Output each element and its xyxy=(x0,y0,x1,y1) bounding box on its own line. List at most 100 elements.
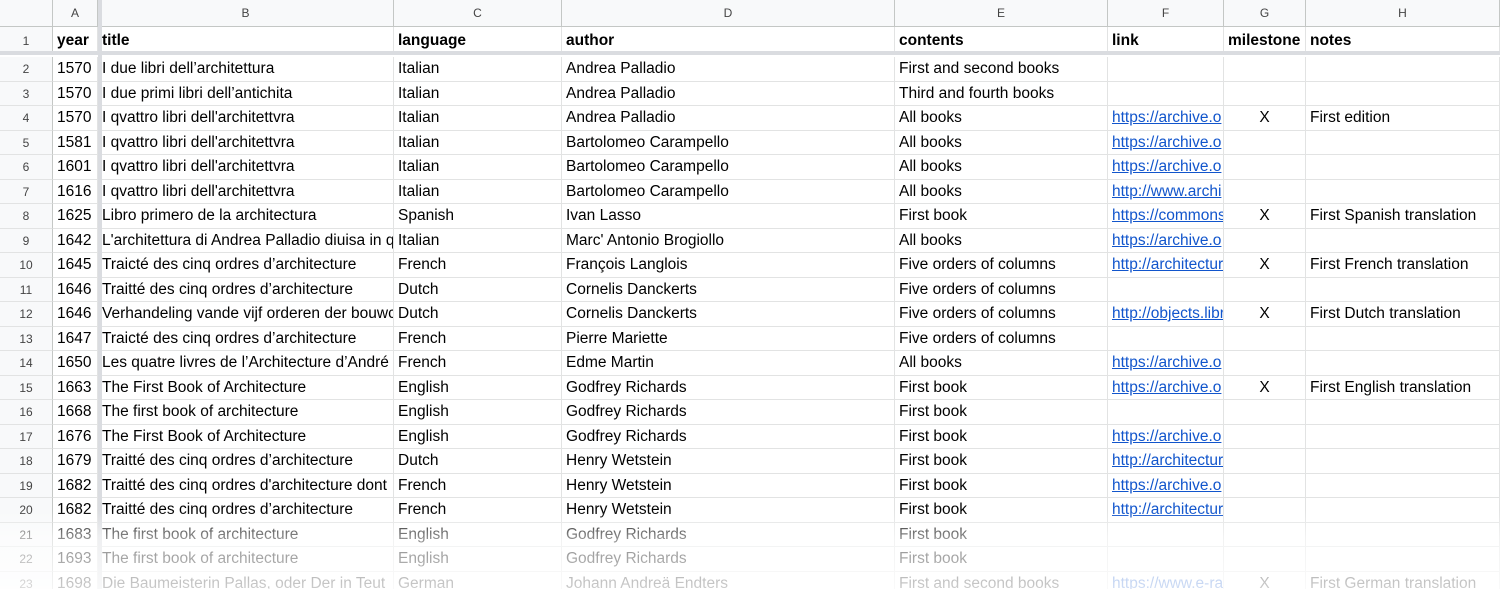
language-cell[interactable]: Italian xyxy=(394,179,562,204)
year-cell[interactable]: 1601 xyxy=(53,155,98,180)
milestone-cell[interactable] xyxy=(1224,498,1306,523)
title-cell[interactable]: I due primi libri dell’antichita xyxy=(98,81,394,106)
title-cell[interactable]: I qvattro libri dell'architettvra xyxy=(98,130,394,155)
link-cell[interactable]: http://architectur xyxy=(1108,449,1224,474)
row-header[interactable]: 22 xyxy=(0,547,53,572)
year-cell[interactable]: 1625 xyxy=(53,204,98,229)
select-all-corner[interactable] xyxy=(0,0,53,27)
row-header[interactable]: 2 xyxy=(0,57,53,82)
year-cell[interactable]: 1683 xyxy=(53,522,98,547)
link-cell[interactable]: https://commons xyxy=(1108,204,1224,229)
notes-cell[interactable]: First Spanish translation xyxy=(1306,204,1500,229)
language-cell[interactable]: French xyxy=(394,473,562,498)
notes-cell[interactable]: First edition xyxy=(1306,106,1500,131)
contents-cell[interactable]: First book xyxy=(895,522,1108,547)
language-cell[interactable]: Italian xyxy=(394,106,562,131)
year-cell[interactable]: 1642 xyxy=(53,228,98,253)
link-cell[interactable]: https://archive.o xyxy=(1108,351,1224,376)
link-cell[interactable]: https://archive.o xyxy=(1108,473,1224,498)
row-header[interactable]: 16 xyxy=(0,400,53,425)
title-cell[interactable]: Traicté des cinq ordres d’architecture xyxy=(98,253,394,278)
contents-cell[interactable]: Five orders of columns xyxy=(895,326,1108,351)
column-header-d[interactable]: D xyxy=(562,0,895,27)
link-cell[interactable] xyxy=(1108,326,1224,351)
language-cell[interactable]: Italian xyxy=(394,155,562,180)
spreadsheet-grid[interactable]: A B C D E F G H 1 year title language author contents… xyxy=(0,0,1500,589)
year-cell[interactable]: 1693 xyxy=(53,547,98,572)
notes-cell[interactable] xyxy=(1306,522,1500,547)
frozen-row-divider[interactable] xyxy=(0,51,1500,55)
year-cell[interactable]: 1698 xyxy=(53,571,98,589)
language-cell[interactable]: English xyxy=(394,522,562,547)
milestone-cell[interactable]: X xyxy=(1224,302,1306,327)
row-header[interactable]: 9 xyxy=(0,228,53,253)
title-cell[interactable]: Libro primero de la architectura xyxy=(98,204,394,229)
title-cell[interactable]: I qvattro libri dell'architettvra xyxy=(98,179,394,204)
language-cell[interactable]: Italian xyxy=(394,228,562,253)
year-cell[interactable]: 1682 xyxy=(53,498,98,523)
contents-cell[interactable]: First book xyxy=(895,375,1108,400)
author-cell[interactable]: Henry Wetstein xyxy=(562,449,895,474)
contents-cell[interactable]: First book xyxy=(895,449,1108,474)
notes-cell[interactable] xyxy=(1306,400,1500,425)
title-cell[interactable]: The First Book of Architecture xyxy=(98,375,394,400)
notes-cell[interactable]: First French translation xyxy=(1306,253,1500,278)
milestone-cell[interactable] xyxy=(1224,81,1306,106)
title-cell[interactable]: Verhandeling vande vijf orderen der bouw… xyxy=(98,302,394,327)
milestone-cell[interactable] xyxy=(1224,424,1306,449)
link-cell[interactable]: http://www.archi xyxy=(1108,179,1224,204)
author-cell[interactable]: Godfrey Richards xyxy=(562,400,895,425)
title-cell[interactable]: Traitté des cinq ordres d'architecture d… xyxy=(98,473,394,498)
milestone-cell[interactable] xyxy=(1224,57,1306,82)
link-cell[interactable]: https://archive.o xyxy=(1108,424,1224,449)
contents-cell[interactable]: Five orders of columns xyxy=(895,277,1108,302)
author-cell[interactable]: François Langlois xyxy=(562,253,895,278)
link-cell[interactable]: https://archive.o xyxy=(1108,130,1224,155)
author-cell[interactable]: Godfrey Richards xyxy=(562,522,895,547)
notes-cell[interactable] xyxy=(1306,130,1500,155)
language-cell[interactable]: German xyxy=(394,571,562,589)
notes-cell[interactable] xyxy=(1306,449,1500,474)
contents-cell[interactable]: All books xyxy=(895,106,1108,131)
language-cell[interactable]: English xyxy=(394,400,562,425)
notes-cell[interactable] xyxy=(1306,155,1500,180)
link-cell[interactable]: https://archive.o xyxy=(1108,155,1224,180)
row-header[interactable]: 4 xyxy=(0,106,53,131)
year-cell[interactable]: 1570 xyxy=(53,57,98,82)
title-cell[interactable]: Les quatre livres de l’Architecture d’An… xyxy=(98,351,394,376)
row-header[interactable]: 21 xyxy=(0,522,53,547)
row-header[interactable]: 12 xyxy=(0,302,53,327)
title-cell[interactable]: I qvattro libri dell'architettvra xyxy=(98,155,394,180)
author-cell[interactable]: Bartolomeo Carampello xyxy=(562,179,895,204)
link-cell[interactable]: https://www.e-ra xyxy=(1108,571,1224,589)
contents-cell[interactable]: First and second books xyxy=(895,57,1108,82)
author-cell[interactable]: Bartolomeo Carampello xyxy=(562,130,895,155)
link-cell[interactable] xyxy=(1108,522,1224,547)
language-cell[interactable]: English xyxy=(394,424,562,449)
language-cell[interactable]: Italian xyxy=(394,57,562,82)
author-cell[interactable]: Johann Andreä Endters xyxy=(562,571,895,589)
row-header[interactable]: 5 xyxy=(0,130,53,155)
milestone-cell[interactable] xyxy=(1224,473,1306,498)
notes-cell[interactable] xyxy=(1306,498,1500,523)
contents-cell[interactable]: First book xyxy=(895,547,1108,572)
notes-cell[interactable]: First German translation xyxy=(1306,571,1500,589)
row-header[interactable]: 13 xyxy=(0,326,53,351)
author-cell[interactable]: Edme Martin xyxy=(562,351,895,376)
author-cell[interactable]: Cornelis Danckerts xyxy=(562,302,895,327)
title-cell[interactable]: Traitté des cinq ordres d’architecture xyxy=(98,277,394,302)
notes-cell[interactable] xyxy=(1306,179,1500,204)
row-header[interactable]: 18 xyxy=(0,449,53,474)
frozen-column-divider[interactable] xyxy=(98,0,102,589)
link-cell[interactable] xyxy=(1108,547,1224,572)
contents-cell[interactable]: All books xyxy=(895,179,1108,204)
author-cell[interactable]: Cornelis Danckerts xyxy=(562,277,895,302)
link-cell[interactable] xyxy=(1108,277,1224,302)
title-cell[interactable]: The first book of architecture xyxy=(98,522,394,547)
title-cell[interactable]: Traitté des cinq ordres d’architecture xyxy=(98,498,394,523)
contents-cell[interactable]: First book xyxy=(895,204,1108,229)
row-header[interactable]: 6 xyxy=(0,155,53,180)
link-cell[interactable] xyxy=(1108,81,1224,106)
author-cell[interactable]: Henry Wetstein xyxy=(562,498,895,523)
year-cell[interactable]: 1581 xyxy=(53,130,98,155)
